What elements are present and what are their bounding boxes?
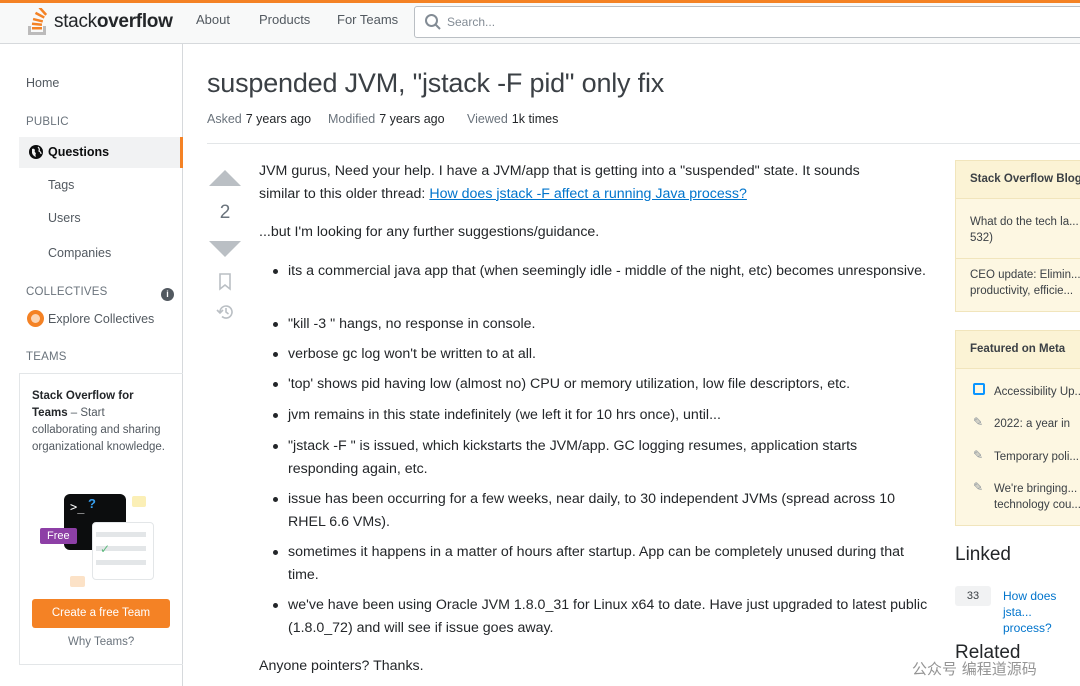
linked-heading: Linked	[955, 544, 1011, 565]
search-icon	[425, 14, 441, 30]
pencil-icon: ✎	[973, 448, 984, 462]
blog-item[interactable]: CEO update: Elimin... productivity, effi…	[970, 267, 1080, 301]
sidebar-heading-teams: TEAMS	[26, 351, 67, 363]
sidebar-item-explore-collectives[interactable]: Explore Collectives	[48, 312, 154, 326]
older-thread-link[interactable]: How does jstack -F affect a running Java…	[429, 186, 747, 202]
search-placeholder: Search...	[447, 15, 496, 29]
downvote-button[interactable]	[209, 241, 241, 257]
globe-icon	[29, 145, 43, 159]
sidebar-heading-public: PUBLIC	[26, 116, 69, 128]
square-icon	[973, 383, 985, 395]
sidebar-item-home[interactable]: Home	[26, 76, 59, 90]
list-item: jvm remains in this state indefinitely (…	[273, 404, 928, 427]
create-free-team-button[interactable]: Create a free Team	[32, 599, 170, 628]
blog-item[interactable]: What do the tech la... 532)	[970, 214, 1080, 248]
list-item: "kill -3 " hangs, no response in console…	[273, 313, 928, 336]
list-item: issue has been occurring for a few weeks…	[273, 488, 928, 533]
post-intro: JVM gurus, Need your help. I have a JVM/…	[259, 163, 860, 202]
list-item: its a commercial java app that (when see…	[273, 260, 928, 283]
left-sidebar: Home PUBLIC Questions Tags Users Compani…	[0, 44, 183, 686]
search-input[interactable]: Search...	[414, 6, 1080, 38]
list-item: 'top' shows pid having low (almost no) C…	[273, 373, 928, 396]
teams-promo-text: Stack Overflow for Teams – Start collabo…	[32, 390, 165, 453]
meta-widget-heading: Featured on Meta	[956, 331, 1080, 369]
list-item: verbose gc log won't be written to at al…	[273, 343, 928, 366]
viewed-meta: Viewed 1k times	[467, 112, 559, 126]
list-item: we've have been using Oracle JVM 1.8.0_3…	[273, 594, 928, 639]
pencil-icon: ✎	[973, 480, 984, 494]
blog-widget-heading: Stack Overflow Blog	[956, 161, 1080, 199]
meta-item[interactable]: Temporary poli...	[994, 449, 1080, 465]
asked-meta: Asked 7 years ago	[207, 112, 312, 126]
question-title[interactable]: suspended JVM, "jstack -F pid" only fix	[207, 68, 664, 99]
meta-item[interactable]: 2022: a year in	[994, 416, 1080, 432]
sidebar-item-label: Questions	[48, 145, 110, 159]
sidebar-item-companies[interactable]: Companies	[48, 246, 111, 260]
blog-widget: Stack Overflow Blog What do the tech la.…	[955, 160, 1080, 312]
teams-promo: Stack Overflow for Teams – Start collabo…	[19, 373, 183, 665]
meta-item[interactable]: We're bringing... technology cou...	[994, 481, 1080, 515]
why-teams-link[interactable]: Why Teams?	[68, 636, 134, 648]
nav-about[interactable]: About	[196, 12, 230, 27]
vote-count: 2	[219, 202, 231, 223]
header-divider	[207, 143, 1080, 144]
stackoverflow-logo[interactable]: stackoverflow	[26, 6, 173, 38]
nav-products[interactable]: Products	[259, 12, 310, 27]
info-icon[interactable]: i	[161, 288, 174, 301]
widget-divider	[956, 258, 1080, 259]
post-paragraph: ...but I'm looking for any further sugge…	[259, 224, 600, 240]
post-closing: Anyone pointers? Thanks.	[259, 658, 424, 674]
modified-meta[interactable]: Modified 7 years ago	[328, 112, 445, 126]
list-item: sometimes it happens in a matter of hour…	[273, 541, 928, 586]
teams-illustration: >_ ? ✓ Free	[34, 492, 164, 587]
sidebar-item-questions[interactable]: Questions	[19, 137, 183, 168]
linked-vote-count: 33	[955, 586, 991, 606]
collectives-icon	[27, 310, 44, 327]
free-badge: Free	[40, 528, 77, 544]
pencil-icon: ✎	[973, 415, 984, 429]
nav-for-teams[interactable]: For Teams	[337, 12, 398, 27]
stack-logo-icon	[28, 8, 48, 35]
list-item: "jstack -F " is issued, which kickstarts…	[273, 435, 928, 480]
linked-question-link[interactable]: How does jsta... process?	[1003, 588, 1080, 636]
watermark: 公众号 编程道源码	[912, 660, 1037, 678]
top-bar: stackoverflow About Products For Teams S…	[0, 0, 1080, 44]
history-icon[interactable]	[215, 303, 235, 321]
meta-item[interactable]: Accessibility Up...	[994, 384, 1080, 400]
sidebar-item-tags[interactable]: Tags	[48, 178, 74, 192]
sidebar-heading-collectives: COLLECTIVES	[26, 286, 108, 298]
bookmark-icon[interactable]	[218, 273, 232, 291]
meta-widget: Featured on Meta Accessibility Up... ✎ 2…	[955, 330, 1080, 526]
sidebar-item-users[interactable]: Users	[48, 211, 81, 225]
logo-text: stackoverflow	[54, 11, 173, 32]
upvote-button[interactable]	[209, 170, 241, 186]
